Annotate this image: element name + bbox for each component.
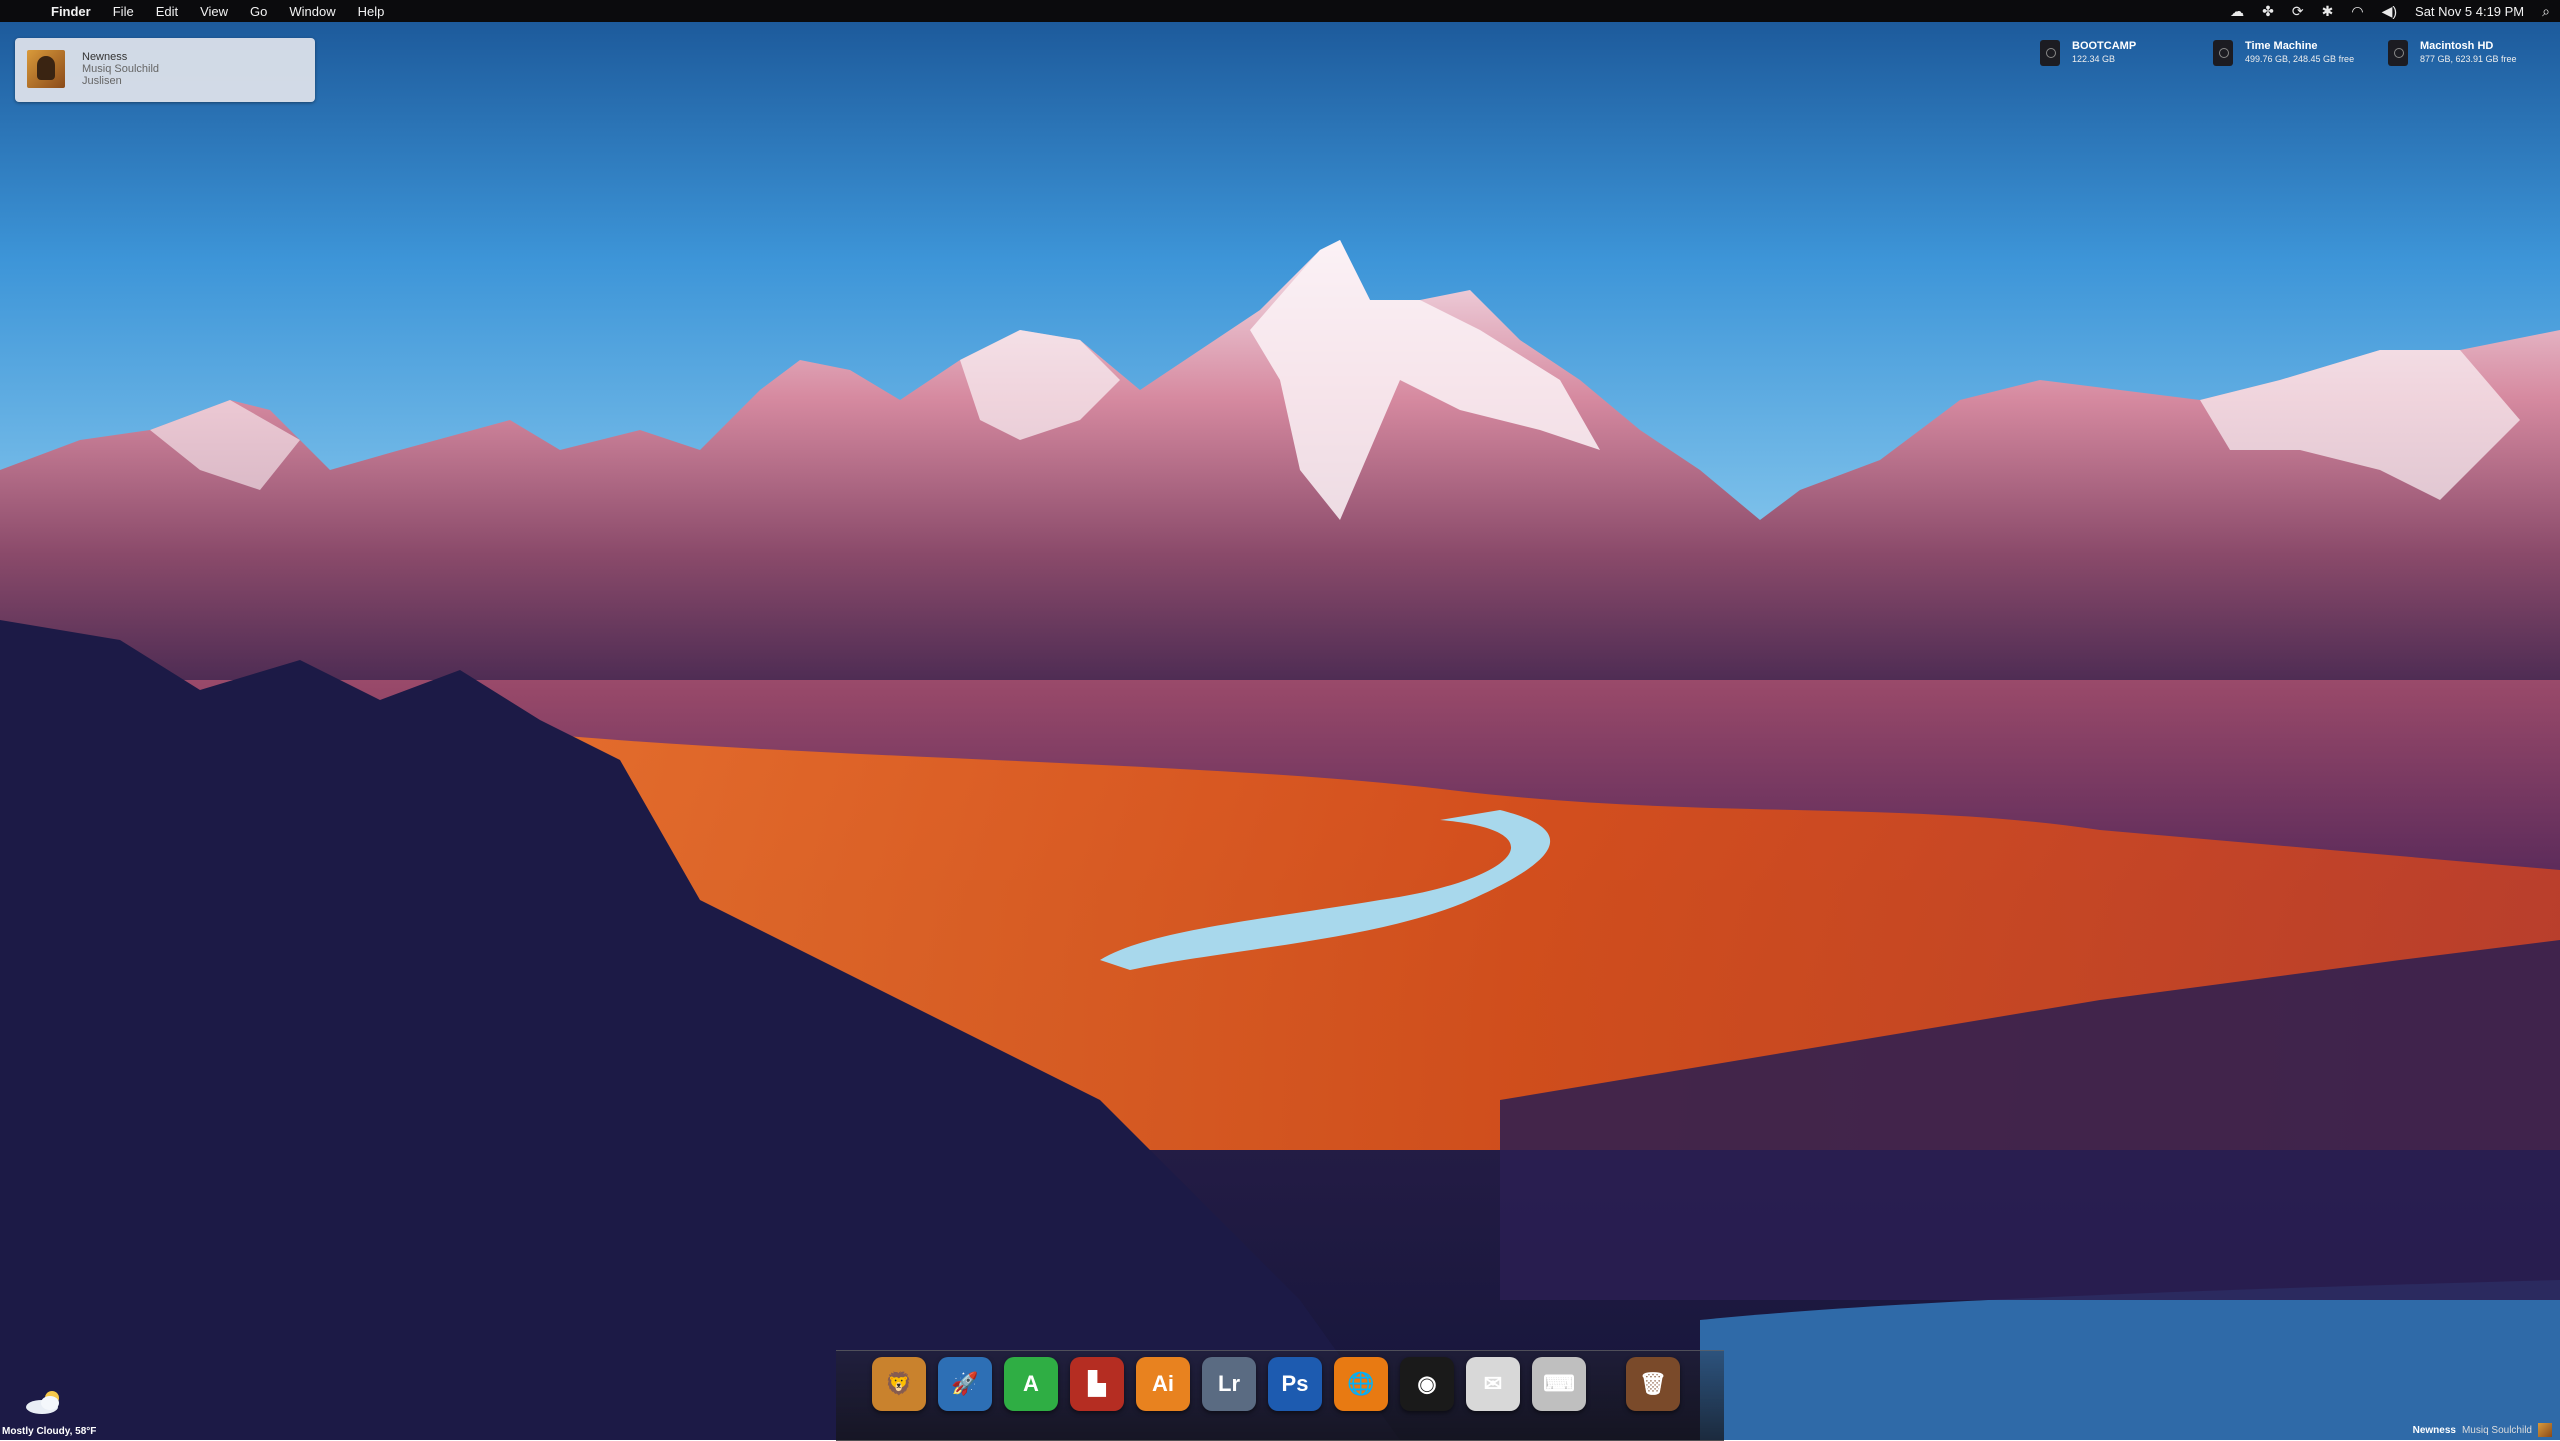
drive-name: Macintosh HD (2420, 40, 2494, 52)
menu-help[interactable]: Help (347, 4, 396, 19)
drive-name: Time Machine (2245, 40, 2318, 52)
dock-item-mail[interactable]: ✉ (1464, 1354, 1522, 1414)
dock-item-firefox[interactable]: 🌐 (1332, 1354, 1390, 1414)
sync-icon[interactable]: ⟳ (2292, 3, 2304, 20)
illustrator-icon: Ai (1136, 1357, 1190, 1411)
menu-view[interactable]: View (189, 4, 239, 19)
menu-edit[interactable]: Edit (145, 4, 189, 19)
hard-drive-icon (2388, 40, 2408, 66)
launchpad-icon: 🚀 (938, 1357, 992, 1411)
building-icon: ▙ (1070, 1357, 1124, 1411)
dock-item-speaker[interactable]: ◉ (1398, 1354, 1456, 1414)
terminal-icon: ⌨ (1532, 1357, 1586, 1411)
dock-item-launchpad[interactable]: 🚀 (936, 1354, 994, 1414)
trash-icon: 🗑 (1626, 1357, 1680, 1411)
mini-player-artist: Musiq Soulchild (2461, 1424, 2532, 1436)
menu-clock[interactable]: Sat Nov 5 4:19 PM (2415, 4, 2524, 19)
drive-info: 499.76 GB, 248.45 GB free (2245, 54, 2355, 64)
drive-info: 877 GB, 623.91 GB free (2420, 54, 2517, 64)
mini-player-title: Newness (2412, 1424, 2456, 1436)
cloud-sun-icon (26, 1391, 59, 1414)
textmate-icon: A (1004, 1357, 1058, 1411)
bluetooth-icon[interactable]: ✱ (2322, 3, 2334, 20)
dock-item-lion[interactable]: 🦁 (870, 1354, 928, 1414)
wifi-icon[interactable]: ◠ (2351, 3, 2363, 20)
drive-bootcamp[interactable]: BOOTCAMP 122.34 GB (2040, 40, 2136, 70)
drive-macintosh-hd[interactable]: Macintosh HD 877 GB, 623.91 GB free (2388, 40, 2517, 70)
lightroom-icon: Lr (1202, 1357, 1256, 1411)
cloud-icon[interactable]: ☁ (2230, 3, 2244, 20)
dock-item-terminal[interactable]: ⌨ (1530, 1354, 1588, 1414)
firefox-icon: 🌐 (1334, 1357, 1388, 1411)
track-title: Newness (82, 51, 128, 63)
drive-name: BOOTCAMP (2072, 40, 2137, 52)
wallpaper-landscape (0, 0, 2560, 1440)
now-playing-widget[interactable]: Newness Musiq Soulchild Juslisen (15, 38, 315, 102)
dock-item-textmate[interactable]: A (1002, 1354, 1060, 1414)
dock-item-photoshop[interactable]: Ps (1266, 1354, 1324, 1414)
menu-bar: Finder File Edit View Go Window Help ☁ ✤… (0, 0, 2560, 22)
menu-file[interactable]: File (102, 4, 145, 19)
search-icon[interactable]: ⌕ (2542, 3, 2550, 20)
menu-window[interactable]: Window (278, 4, 346, 19)
weather-label: Mostly Cloudy, 58°F (2, 1426, 97, 1437)
dock-item-illustrator[interactable]: Ai (1134, 1354, 1192, 1414)
track-artist: Musiq Soulchild (82, 63, 160, 75)
desktop-wallpaper (0, 0, 2560, 1440)
mail-icon: ✉ (1466, 1357, 1520, 1411)
photoshop-icon: Ps (1268, 1357, 1322, 1411)
now-playing-text: Newness Musiq Soulchild Juslisen (82, 51, 159, 87)
drive-time-machine[interactable]: Time Machine 499.76 GB, 248.45 GB free (2213, 40, 2354, 70)
track-album: Juslisen (82, 75, 122, 87)
dock-item-building[interactable]: ▙ (1068, 1354, 1126, 1414)
mini-player[interactable]: Newness Musiq Soulchild (2413, 1422, 2552, 1438)
hard-drive-icon (2040, 40, 2060, 66)
paw-icon[interactable]: ✤ (2262, 3, 2274, 20)
speaker-icon: ◉ (1400, 1357, 1454, 1411)
dock-item-lightroom[interactable]: Lr (1200, 1354, 1258, 1414)
weather-widget[interactable]: Mostly Cloudy, 58°F (0, 1385, 140, 1440)
menu-go[interactable]: Go (239, 4, 278, 19)
time-machine-drive-icon (2213, 40, 2233, 66)
mini-album-art (2538, 1423, 2552, 1437)
menu-finder[interactable]: Finder (40, 4, 102, 19)
menu-extras: ☁ ✤ ⟳ ✱ ◠ ◀) Sat Nov 5 4:19 PM ⌕ (2230, 0, 2550, 22)
album-art (27, 50, 65, 88)
dock-item-trash[interactable]: 🗑 (1624, 1354, 1682, 1414)
volume-icon[interactable]: ◀) (2382, 3, 2397, 20)
lion-icon: 🦁 (872, 1357, 926, 1411)
drive-info: 122.34 GB (2072, 54, 2116, 64)
